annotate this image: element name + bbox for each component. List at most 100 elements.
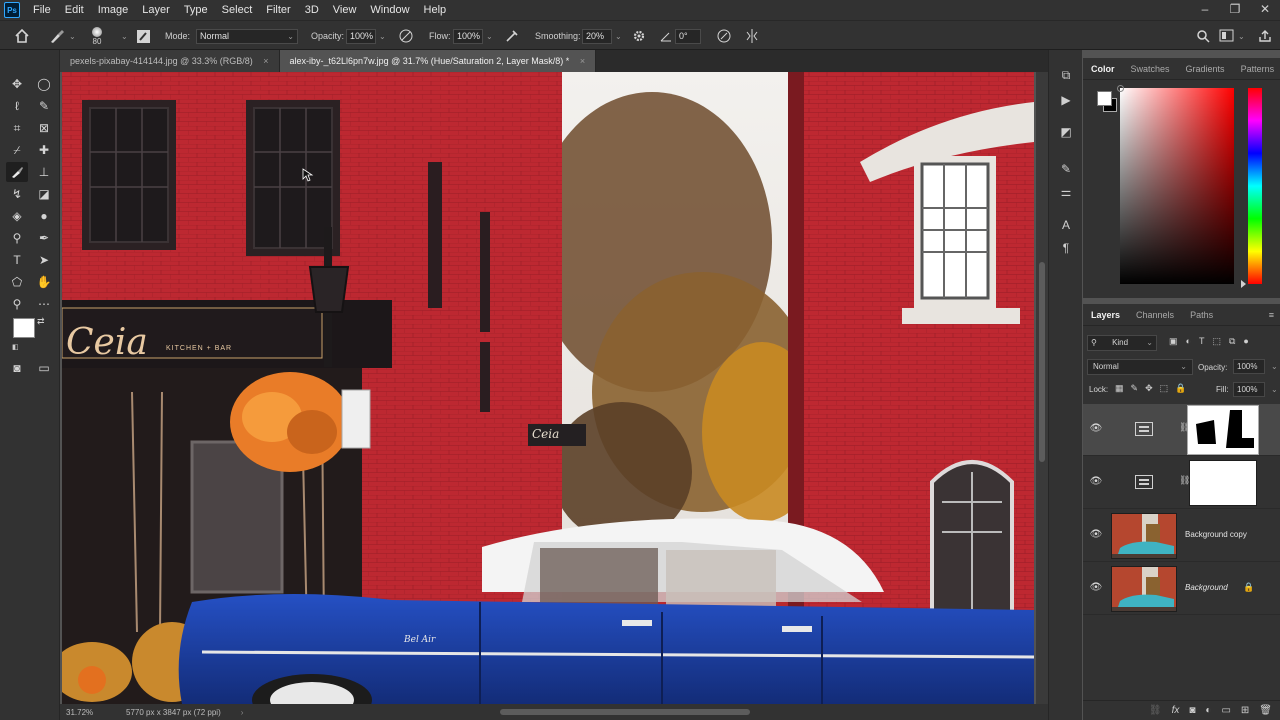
scroll-thumb[interactable] xyxy=(1039,262,1045,462)
layer-mask-thumbnail[interactable] xyxy=(1189,460,1257,506)
filter-type-icon[interactable]: T xyxy=(1199,336,1205,347)
new-group-icon[interactable]: ▭ xyxy=(1221,705,1230,716)
history-panel-icon[interactable]: ⧉ xyxy=(1057,68,1075,86)
pressure-size-icon[interactable] xyxy=(716,21,732,51)
tab-patterns[interactable]: Patterns xyxy=(1233,64,1280,74)
lock-icon[interactable]: 🔒 xyxy=(1243,582,1254,593)
layer-background-copy[interactable]: 👁 Background copy xyxy=(1083,510,1280,562)
menu-select[interactable]: Select xyxy=(215,0,260,20)
symmetry-icon[interactable] xyxy=(744,21,760,51)
layer-opacity-input[interactable]: 100% xyxy=(1233,359,1265,374)
layer-mask-thumbnail[interactable] xyxy=(1187,405,1259,455)
eyedropper-tool-icon[interactable]: ⌿ xyxy=(6,140,28,160)
lock-transparent-icon[interactable]: ▦ xyxy=(1115,383,1124,394)
brush-size-picker[interactable]: 80 xyxy=(92,21,102,51)
color-picker-field[interactable] xyxy=(1117,85,1234,284)
layers-panel-menu-icon[interactable]: ≡ xyxy=(1269,310,1274,320)
foreground-color-swatch[interactable] xyxy=(13,318,35,338)
layer-blend-mode-select[interactable]: Normal ⌄ xyxy=(1087,359,1193,375)
marquee-tool-icon[interactable]: ◯ xyxy=(33,74,55,94)
lock-artboard-icon[interactable]: ⬚ xyxy=(1160,383,1169,394)
hand-tool-icon[interactable]: ✋ xyxy=(33,272,55,292)
tab-gradients[interactable]: Gradients xyxy=(1178,64,1233,74)
flow-input[interactable]: 100% xyxy=(453,28,483,44)
photoshop-logo-icon[interactable]: Ps xyxy=(4,2,20,18)
menu-view[interactable]: View xyxy=(326,0,364,20)
layer-hue-saturation-2[interactable]: 👁 ⛓ xyxy=(1083,404,1280,456)
visibility-eye-icon[interactable]: 👁 xyxy=(1089,476,1103,487)
dodge-tool-icon[interactable]: ⚲ xyxy=(6,228,28,248)
frame-tool-icon[interactable]: ⊠ xyxy=(33,118,55,138)
color-picker-cursor[interactable] xyxy=(1117,85,1124,92)
layer-filter-select[interactable]: ⚲ Kind ⌄ xyxy=(1087,335,1157,351)
flow-dropdown-icon[interactable]: ⌄ xyxy=(486,32,493,41)
layer-thumbnail[interactable] xyxy=(1111,513,1177,559)
menu-file[interactable]: File xyxy=(26,0,58,20)
opacity-dropdown-icon[interactable]: ⌄ xyxy=(379,32,386,41)
workspace-icon[interactable]: ⌄ xyxy=(1219,21,1245,51)
tab-color[interactable]: Color xyxy=(1083,64,1123,74)
add-mask-icon[interactable]: ◙ xyxy=(1189,705,1195,716)
properties-panel-icon[interactable]: ⚌ xyxy=(1057,185,1075,203)
menu-image[interactable]: Image xyxy=(91,0,136,20)
healing-brush-tool-icon[interactable]: ✚ xyxy=(33,140,55,160)
lock-all-icon[interactable]: 🔒 xyxy=(1175,383,1186,394)
default-colors-icon[interactable]: ◧ xyxy=(12,343,19,351)
menu-help[interactable]: Help xyxy=(417,0,454,20)
layer-adjustment-1[interactable]: 👁 ⛓ xyxy=(1083,457,1280,509)
history-brush-tool-icon[interactable]: ↯ xyxy=(6,184,28,204)
vertical-scrollbar[interactable] xyxy=(1036,72,1048,704)
layer-thumbnail[interactable] xyxy=(1111,566,1177,612)
quick-mask-icon[interactable]: ◙ xyxy=(6,358,28,378)
menu-3d[interactable]: 3D xyxy=(298,0,326,20)
brush-tool-preset-icon[interactable]: ⌄ xyxy=(48,21,76,51)
new-layer-icon[interactable]: ⊞ xyxy=(1241,705,1249,716)
opacity-input[interactable]: 100% xyxy=(346,28,376,44)
clone-stamp-tool-icon[interactable]: ⊥ xyxy=(33,162,55,182)
filter-pixel-icon[interactable]: ▣ xyxy=(1169,336,1178,347)
zoom-level[interactable]: 31.72% xyxy=(66,708,126,717)
brush-picker-chevron-icon[interactable]: ⌄ xyxy=(118,21,128,51)
shape-tool-icon[interactable]: ⬠ xyxy=(6,272,28,292)
menu-type[interactable]: Type xyxy=(177,0,215,20)
screen-mode-icon[interactable]: ▭ xyxy=(33,358,55,378)
minimize-button[interactable]: – xyxy=(1190,0,1220,20)
paint-bucket-tool-icon[interactable]: ◈ xyxy=(6,206,28,226)
fill-input[interactable]: 100% xyxy=(1233,382,1265,397)
menu-filter[interactable]: Filter xyxy=(259,0,297,20)
visibility-eye-icon[interactable]: 👁 xyxy=(1089,582,1103,593)
delete-layer-icon[interactable]: 🗑 xyxy=(1259,705,1272,716)
menu-edit[interactable]: Edit xyxy=(58,0,91,20)
document-canvas[interactable]: Ceia KITCHEN + BAR Ceia Bel Air xyxy=(62,72,1034,704)
zoom-tool-icon[interactable]: ⚲ xyxy=(6,294,28,314)
hue-slider[interactable] xyxy=(1248,88,1262,284)
eraser-tool-icon[interactable]: ◪ xyxy=(33,184,55,204)
filter-shape-icon[interactable]: ⬚ xyxy=(1212,336,1221,347)
gear-icon[interactable] xyxy=(632,21,646,51)
visibility-eye-icon[interactable]: 👁 xyxy=(1089,423,1103,434)
path-selection-tool-icon[interactable]: ➤ xyxy=(33,250,55,270)
horizontal-scrollbar[interactable] xyxy=(500,709,750,715)
actions-panel-icon[interactable]: ▶ xyxy=(1057,93,1075,111)
layer-background[interactable]: 👁 Background 🔒 xyxy=(1083,563,1280,615)
restore-button[interactable]: ❐ xyxy=(1220,0,1250,20)
share-icon[interactable] xyxy=(1258,21,1272,51)
airbrush-icon[interactable] xyxy=(504,21,520,51)
smoothing-dropdown-icon[interactable]: ⌄ xyxy=(615,32,622,41)
tab-channels[interactable]: Channels xyxy=(1128,310,1182,320)
tab-pexels-document[interactable]: pexels-pixabay-414144.jpg @ 33.3% (RGB/8… xyxy=(60,50,280,72)
filter-toggle-icon[interactable]: ● xyxy=(1243,336,1248,347)
brush-angle-icon[interactable] xyxy=(659,21,673,51)
status-chevron-icon[interactable]: › xyxy=(241,708,244,717)
pen-tool-icon[interactable]: ✒ xyxy=(33,228,55,248)
character-panel-icon[interactable]: A xyxy=(1057,218,1075,236)
layer-opacity-dropdown-icon[interactable]: ⌄ xyxy=(1271,362,1278,371)
tab-alex-iby-document[interactable]: alex-iby-_t62Ll6pn7w.jpg @ 31.7% (Hue/Sa… xyxy=(279,50,597,72)
close-window-button[interactable]: ✕ xyxy=(1250,0,1280,20)
lasso-tool-icon[interactable]: ℓ xyxy=(6,96,28,116)
crop-tool-icon[interactable]: ⌗ xyxy=(6,118,28,138)
visibility-eye-icon[interactable]: 👁 xyxy=(1089,529,1103,540)
layer-style-icon[interactable]: fx xyxy=(1172,705,1180,716)
quick-select-tool-icon[interactable]: ✎ xyxy=(33,96,55,116)
adjustments-panel-icon[interactable]: ◩ xyxy=(1057,125,1075,143)
